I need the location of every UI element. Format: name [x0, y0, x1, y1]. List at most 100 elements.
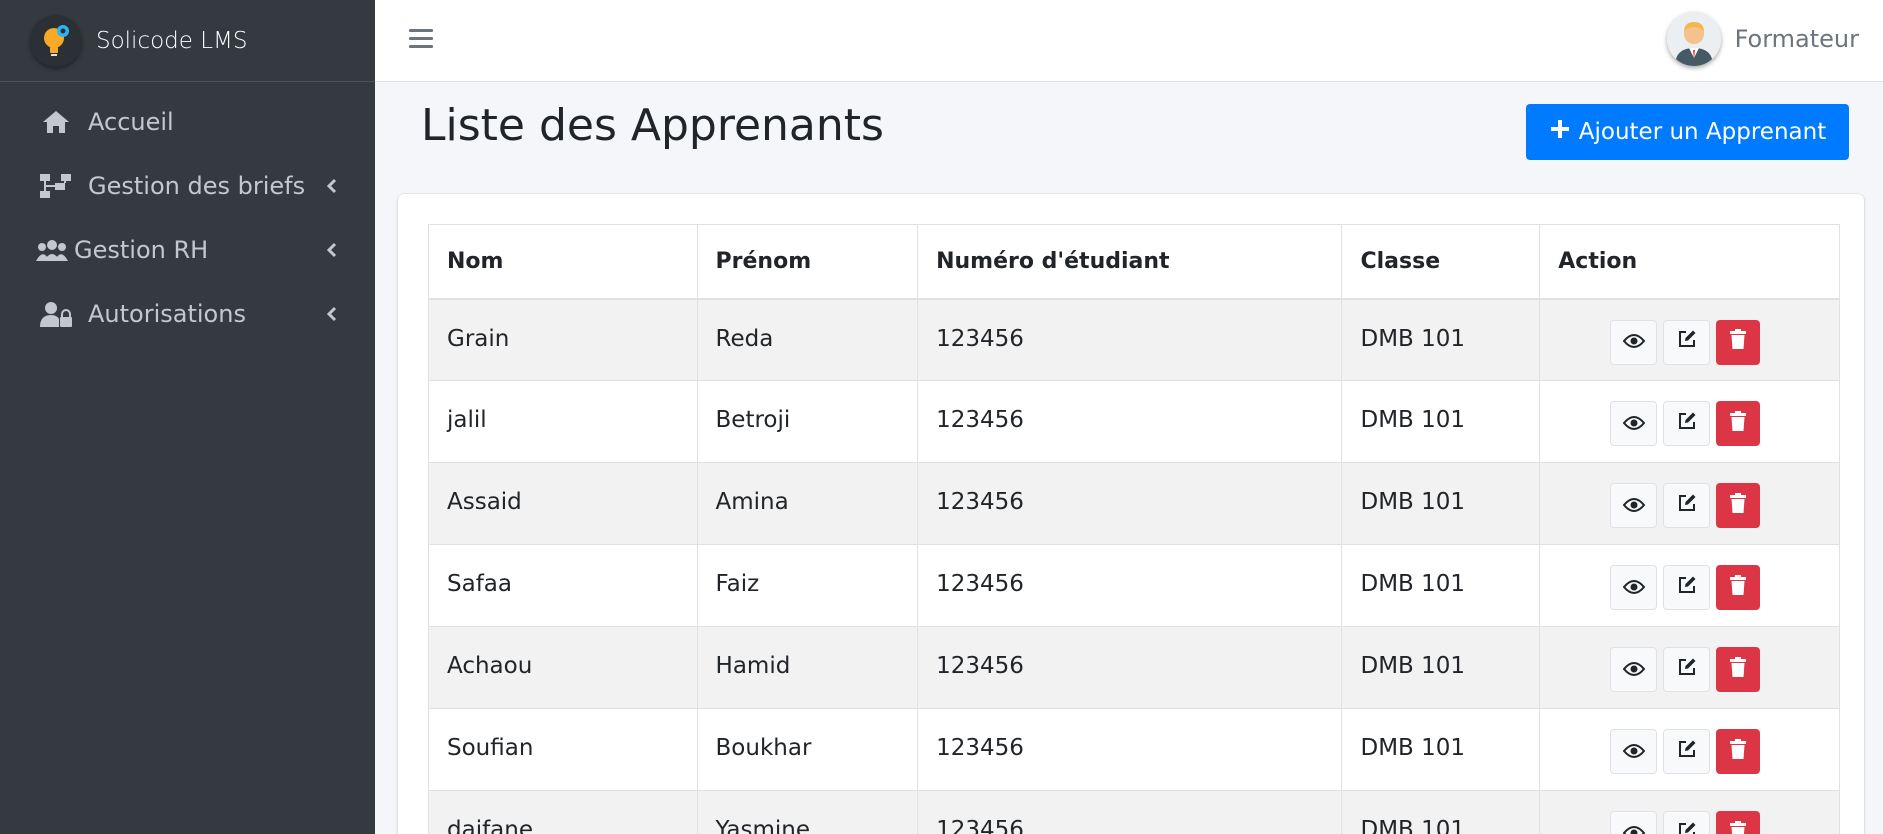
sidebar-item-label: Accueil [88, 108, 174, 136]
cell-classe: DMB 101 [1341, 626, 1541, 709]
view-button[interactable] [1610, 319, 1658, 365]
column-header-classe: Classe [1341, 224, 1541, 300]
cell-prenom: Amina [696, 462, 919, 545]
cell-numero: 123456 [917, 708, 1343, 791]
cell-nom: Safaa [428, 544, 698, 627]
cell-classe: DMB 101 [1341, 790, 1541, 834]
cell-numero: 123456 [917, 380, 1343, 463]
view-button[interactable] [1610, 565, 1658, 610]
table-row: Soufian Boukhar 123456 DMB 101 [428, 708, 1840, 791]
apprenants-table: Nom Prénom Numéro d'étudiant Classe Acti… [428, 224, 1840, 834]
delete-button[interactable] [1716, 319, 1761, 365]
delete-button[interactable] [1716, 401, 1761, 446]
sidebar-item-accueil[interactable]: Accueil [0, 90, 375, 154]
cell-actions [1539, 790, 1840, 834]
trash-icon [1729, 492, 1747, 519]
add-apprenant-label: Ajouter un Apprenant [1578, 119, 1827, 145]
home-icon [38, 107, 74, 137]
cell-classe: DMB 101 [1341, 708, 1541, 791]
edit-button[interactable] [1663, 401, 1711, 446]
sidebar-item-label: Autorisations [88, 300, 246, 328]
edit-icon [1677, 821, 1697, 834]
delete-button[interactable] [1716, 483, 1761, 528]
brand-logo [30, 14, 82, 67]
view-button[interactable] [1610, 401, 1658, 446]
cell-actions [1539, 544, 1840, 627]
brand-link[interactable]: Solicode LMS [0, 0, 375, 82]
sidebar-nav: Accueil Gestion des briefs Gestion RH Au… [0, 82, 375, 346]
cell-actions [1539, 708, 1840, 791]
view-button[interactable] [1610, 811, 1658, 834]
cell-nom: Assaid [428, 462, 698, 545]
page-title: Liste des Apprenants [421, 100, 884, 151]
edit-icon [1677, 493, 1697, 519]
user-menu[interactable]: Formateur [1666, 8, 1859, 70]
sidebar-item-autorisations[interactable]: Autorisations [0, 282, 375, 346]
eye-icon [1622, 493, 1646, 519]
cell-nom: jalil [428, 380, 698, 463]
eye-icon [1622, 821, 1646, 834]
table-row: daifane Yasmine 123456 DMB 101 [428, 790, 1840, 834]
top-navbar: Formateur [375, 0, 1883, 82]
edit-icon [1677, 657, 1697, 683]
user-name: Formateur [1734, 25, 1859, 53]
cell-actions [1539, 462, 1840, 545]
sidebar-item-gestion-rh[interactable]: Gestion RH [0, 218, 375, 282]
delete-button[interactable] [1716, 647, 1761, 692]
sidebar-item-gestion-briefs[interactable]: Gestion des briefs [0, 154, 375, 218]
cell-classe: DMB 101 [1341, 380, 1541, 463]
cell-classe: DMB 101 [1341, 544, 1541, 627]
edit-button[interactable] [1663, 319, 1711, 365]
table-row: jalil Betroji 123456 DMB 101 [428, 380, 1840, 463]
eye-icon [1622, 575, 1646, 601]
cell-actions [1539, 626, 1840, 709]
eye-icon [1622, 411, 1646, 437]
cell-prenom: Hamid [696, 626, 919, 709]
cell-numero: 123456 [917, 544, 1343, 627]
cell-nom: Grain [428, 298, 698, 381]
eye-icon [1622, 329, 1646, 355]
app-name: Solicode LMS [96, 27, 248, 54]
table-row: Assaid Amina 123456 DMB 101 [428, 462, 1840, 545]
trash-icon [1729, 410, 1747, 437]
delete-button[interactable] [1716, 565, 1761, 610]
menu-toggle-icon[interactable] [409, 26, 433, 50]
cell-actions [1539, 380, 1840, 463]
sidebar-item-label: Gestion des briefs [88, 172, 306, 200]
trash-icon [1729, 656, 1747, 683]
delete-button[interactable] [1716, 811, 1761, 834]
cell-numero: 123456 [917, 462, 1343, 545]
chevron-left-icon [323, 177, 341, 195]
view-button[interactable] [1610, 647, 1658, 692]
delete-button[interactable] [1716, 729, 1761, 774]
cell-nom: Achaou [428, 626, 698, 709]
sitemap-icon [38, 171, 74, 201]
cell-numero: 123456 [917, 790, 1343, 834]
cell-prenom: Betroji [696, 380, 919, 463]
column-header-action: Action [1539, 224, 1840, 300]
cell-prenom: Faiz [696, 544, 919, 627]
chevron-left-icon [323, 241, 341, 259]
view-button[interactable] [1610, 483, 1658, 528]
edit-button[interactable] [1663, 811, 1711, 834]
edit-button[interactable] [1663, 483, 1711, 528]
chevron-left-icon [323, 305, 341, 323]
table-row: Achaou Hamid 123456 DMB 101 [428, 626, 1840, 709]
edit-button[interactable] [1663, 729, 1711, 774]
column-header-numero: Numéro d'étudiant [917, 224, 1343, 300]
eye-icon [1622, 657, 1646, 683]
cell-numero: 123456 [917, 626, 1343, 709]
avatar [1666, 12, 1721, 66]
cell-prenom: Reda [696, 298, 919, 381]
view-button[interactable] [1610, 729, 1658, 774]
table-row: Grain Reda 123456 DMB 101 [428, 298, 1840, 381]
trash-icon [1729, 820, 1747, 834]
plus-icon [1549, 118, 1571, 146]
edit-icon [1677, 411, 1697, 437]
column-header-prenom: Prénom [696, 224, 919, 300]
edit-icon [1677, 739, 1697, 765]
edit-button[interactable] [1663, 647, 1711, 692]
edit-button[interactable] [1663, 565, 1711, 610]
add-apprenant-button[interactable]: Ajouter un Apprenant [1526, 104, 1849, 160]
trash-icon [1729, 738, 1747, 765]
